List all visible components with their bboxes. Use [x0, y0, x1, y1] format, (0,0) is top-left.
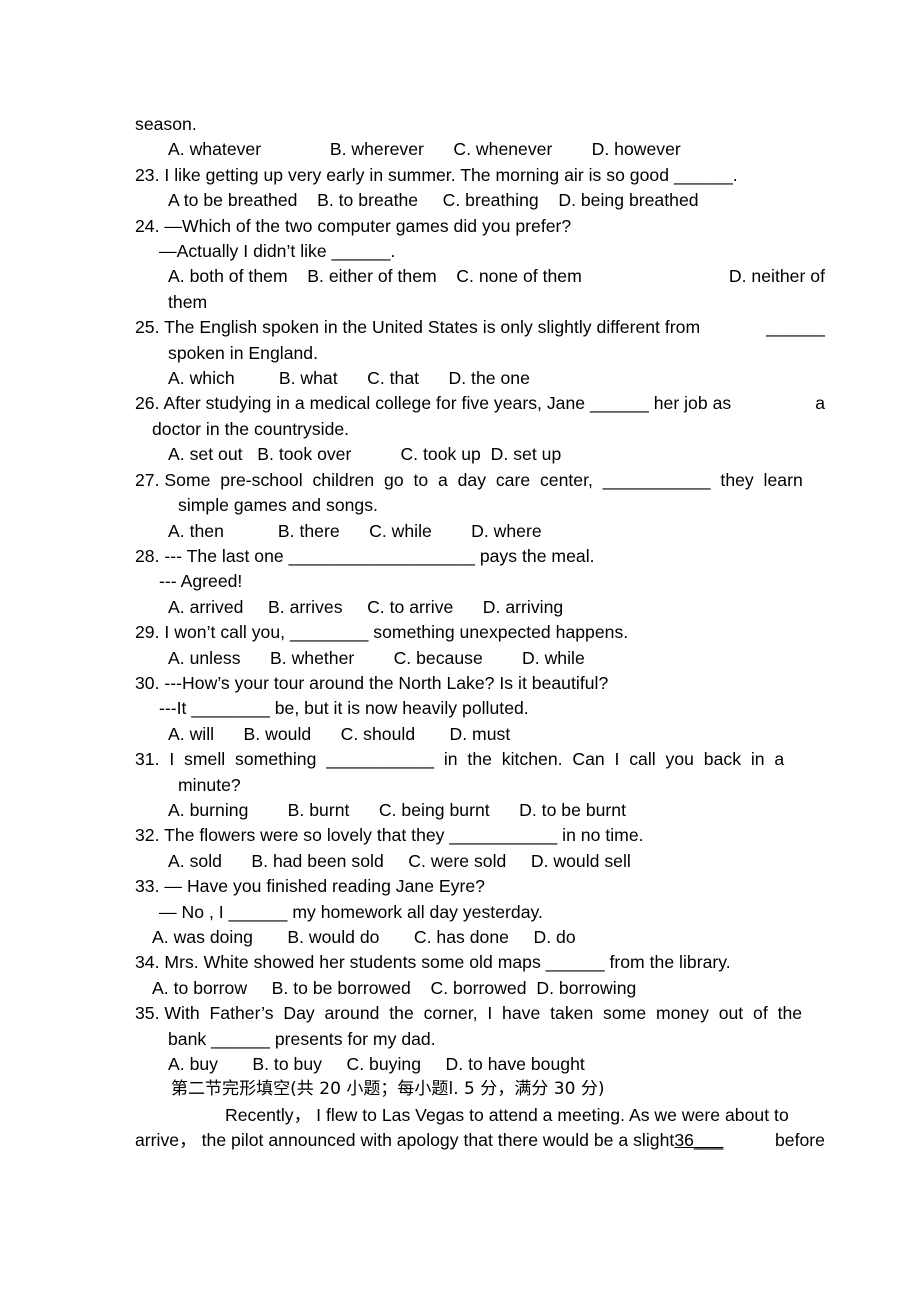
question-33-options: A. was doing B. would do C. has done D. … — [152, 927, 576, 947]
question-28-stem-line-1: 28. --- The last one ___________________… — [135, 545, 595, 566]
document-page: season. A. whatever B. wherever C. whene… — [0, 0, 920, 1302]
question-26-stem-tail: a — [815, 393, 825, 414]
question-33-stem-line-2: — No , I ______ my homework all day yest… — [159, 901, 543, 922]
question-30-options: A. will B. would C. should D. must — [168, 723, 511, 744]
question-34-stem: 34. Mrs. White showed her students some … — [135, 952, 731, 973]
question-29-options: A. unless B. whether C. because D. while — [168, 647, 585, 668]
question-31-options: A. burning B. burnt C. being burnt D. to… — [168, 799, 627, 820]
passage-line-2: arrive， the pilot announced with apology… — [135, 1128, 825, 1153]
question-35-options: A. buy B. to buy C. buying D. to have bo… — [168, 1054, 585, 1075]
question-25-answer-blank: ______ — [766, 317, 825, 338]
question-31-stem-line-1: 31. I smell something ___________ in the… — [135, 749, 785, 770]
question-23-options: A to be breathed B. to breathe C. breath… — [168, 190, 699, 211]
question-26-stem-text: 26. After studying in a medical college … — [135, 393, 732, 414]
question-24-options-right: D. neither of — [728, 266, 825, 287]
question-28-stem-line-2: --- Agreed! — [159, 571, 243, 592]
question-25-stem-text: 25. The English spoken in the United Sta… — [135, 317, 701, 338]
cloze-blank-36-rule: ___ — [693, 1130, 724, 1151]
question-27-stem-line-2: simple games and songs. — [178, 495, 378, 516]
question-25-stem-line-2: spoken in England. — [168, 342, 319, 363]
section-heading: 第二节完形填空(共 20 小题；每小题l. 5 分，满分 30 分) — [171, 1079, 605, 1100]
passage-line-2-lead: arrive， the pilot announced with apology… — [135, 1130, 675, 1151]
question-25-options: A. which B. what C. that D. the one — [168, 368, 530, 389]
question-35-stem-line-2: bank ______ presents for my dad. — [168, 1028, 436, 1049]
question-24-options-wrap: them — [168, 291, 208, 312]
question-27-options: A. then B. there C. while D. where — [168, 520, 542, 541]
question-26-stem-line-2: doctor in the countryside. — [152, 418, 350, 439]
question-32-options: A. sold B. had been sold C. were sold D.… — [168, 850, 631, 871]
passage-line-1: Recently， I flew to Las Vegas to attend … — [225, 1104, 789, 1125]
question-24-stem-line-1: 24. —Which of the two computer games did… — [135, 215, 572, 236]
question-24-options: A. both of them B. either of them C. non… — [135, 264, 825, 289]
question-31-stem-line-2: minute? — [178, 774, 241, 795]
question-30-stem-line-2: ---It ________ be, but it is now heavily… — [159, 698, 529, 719]
question-24-options-left: A. both of them B. either of them C. non… — [168, 266, 582, 287]
question-35-stem-line-1: 35. With Father’s Day around the corner,… — [135, 1003, 803, 1024]
passage-line-2-text: arrive， the pilot announced with apology… — [135, 1128, 723, 1153]
question-26-stem-line-1: 26. After studying in a medical college … — [135, 391, 825, 416]
question-30-stem-line-1: 30. ---How’s your tour around the North … — [135, 672, 609, 693]
document-body: season. A. whatever B. wherever C. whene… — [0, 0, 920, 1154]
question-34-options: A. to borrow B. to be borrowed C. borrow… — [152, 977, 637, 998]
question-32-stem: 32. The flowers were so lovely that they… — [135, 825, 644, 846]
question-29-stem: 29. I won’t call you, ________ something… — [135, 622, 629, 643]
question-33-stem-line-1: 33. — Have you finished reading Jane Eyr… — [135, 876, 485, 897]
passage-line-2-tail: before — [774, 1130, 825, 1151]
question-25-stem-line-1: 25. The English spoken in the United Sta… — [135, 315, 825, 340]
carryover-line: season. — [135, 114, 197, 134]
question-23-stem: 23. I like getting up very early in summ… — [135, 164, 738, 185]
question-22-options: A. whatever B. wherever C. whenever D. h… — [168, 139, 681, 160]
question-28-options: A. arrived B. arrives C. to arrive D. ar… — [168, 596, 564, 617]
question-27-stem-line-1: 27. Some pre-school children go to a day… — [135, 469, 803, 490]
question-26-options: A. set out B. took over C. took up D. se… — [168, 444, 562, 465]
cloze-blank-36-number: 36 — [674, 1130, 694, 1151]
question-24-stem-line-2: —Actually I didn’t like ______. — [159, 241, 396, 262]
